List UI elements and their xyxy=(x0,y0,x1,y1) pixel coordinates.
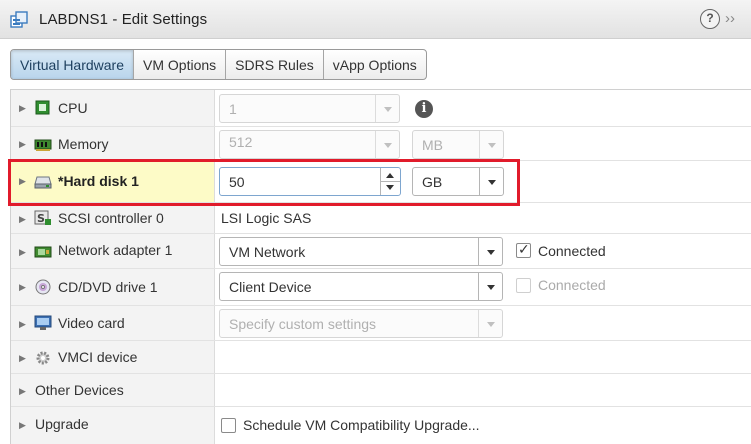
row-label-hard-disk: *Hard disk 1 xyxy=(58,173,139,189)
row-hard-disk: ▶ *Hard disk 1 50 GB xyxy=(11,161,751,203)
hard-disk-unit-select[interactable]: GB xyxy=(412,167,504,196)
tab-vapp-options[interactable]: vApp Options xyxy=(324,50,426,79)
row-label-other-devices: Other Devices xyxy=(35,382,124,398)
virtual-hardware-table: ▶ CPU 1 i ▶ Memory 512 MB ▶ *Hard disk 1… xyxy=(10,89,751,444)
hard-disk-icon xyxy=(34,176,52,189)
scsi-controller-icon: S xyxy=(34,210,51,225)
row-label-video-card: Video card xyxy=(58,315,125,331)
cpu-select[interactable]: 1 xyxy=(219,94,400,123)
row-video-card: ▶ Video card Specify custom settings xyxy=(11,306,751,341)
expand-arrow-icon[interactable]: ▶ xyxy=(19,386,26,397)
row-memory: ▶ Memory 512 MB xyxy=(11,127,751,161)
info-icon[interactable]: i xyxy=(415,100,433,118)
expand-arrow-icon[interactable]: ▶ xyxy=(19,353,26,364)
chevron-down-icon[interactable] xyxy=(375,95,399,122)
tab-bar: Virtual Hardware VM Options SDRS Rules v… xyxy=(10,49,427,80)
tab-sdrs-rules[interactable]: SDRS Rules xyxy=(226,50,324,79)
chevron-down-icon[interactable] xyxy=(375,131,399,158)
memory-input[interactable]: 512 xyxy=(219,130,400,159)
cd-dvd-connected-checkbox[interactable] xyxy=(516,278,531,293)
row-cd-dvd-drive: ▶ CD/DVD drive 1 Client Device Connected xyxy=(11,269,751,306)
hard-disk-size-input[interactable]: 50 xyxy=(219,167,401,196)
expand-arrow-icon[interactable]: ▶ xyxy=(19,176,26,187)
row-scsi-controller: ▶ S SCSI controller 0 LSI Logic SAS xyxy=(11,203,751,234)
help-icon[interactable]: ? xyxy=(700,9,720,29)
row-label-cpu: CPU xyxy=(58,100,88,116)
cd-dvd-icon xyxy=(35,279,51,295)
network-adapter-icon xyxy=(34,246,52,258)
schedule-upgrade-label: Schedule VM Compatibility Upgrade... xyxy=(243,417,480,433)
tab-virtual-hardware[interactable]: Virtual Hardware xyxy=(11,50,135,79)
chevron-down-icon[interactable] xyxy=(478,310,502,337)
expand-arrow-icon[interactable]: ▶ xyxy=(19,319,26,330)
cd-dvd-connected-label: Connected xyxy=(538,277,606,293)
expand-icon[interactable]: ›› xyxy=(725,9,745,29)
row-label-scsi-controller: SCSI controller 0 xyxy=(58,210,164,226)
row-cpu: ▶ CPU 1 i xyxy=(11,90,751,127)
schedule-upgrade-checkbox[interactable] xyxy=(221,418,236,433)
cpu-icon xyxy=(35,100,50,115)
row-label-network-adapter: Network adapter 1 xyxy=(58,242,173,258)
expand-arrow-icon[interactable]: ▶ xyxy=(19,420,26,431)
cd-dvd-select[interactable]: Client Device xyxy=(219,272,503,301)
dialog-title: LABDNS1 - Edit Settings xyxy=(39,11,208,28)
row-other-devices: ▶ Other Devices xyxy=(11,374,751,407)
vm-settings-icon xyxy=(10,11,28,28)
expand-arrow-icon[interactable]: ▶ xyxy=(19,282,26,293)
memory-unit-select[interactable]: MB xyxy=(412,130,504,159)
row-upgrade: ▶ Upgrade Schedule VM Compatibility Upgr… xyxy=(11,407,751,444)
scsi-controller-value: LSI Logic SAS xyxy=(221,210,312,226)
chevron-down-icon[interactable] xyxy=(478,238,502,265)
row-vmci-device: ▶ VMCI device xyxy=(11,341,751,374)
row-label-upgrade: Upgrade xyxy=(35,416,89,432)
video-card-select[interactable]: Specify custom settings xyxy=(219,309,503,338)
expand-arrow-icon[interactable]: ▶ xyxy=(19,139,26,150)
network-select[interactable]: VM Network xyxy=(219,237,503,266)
svg-text:S: S xyxy=(37,212,45,225)
tab-vm-options[interactable]: VM Options xyxy=(134,50,227,79)
expand-arrow-icon[interactable]: ▶ xyxy=(19,214,26,225)
expand-arrow-icon[interactable]: ▶ xyxy=(19,247,26,258)
vmci-device-icon xyxy=(36,351,50,365)
memory-icon xyxy=(34,139,52,151)
row-label-cd-dvd-drive: CD/DVD drive 1 xyxy=(58,279,158,295)
network-connected-checkbox[interactable] xyxy=(516,241,531,258)
row-label-vmci-device: VMCI device xyxy=(58,349,138,365)
row-network-adapter: ▶ Network adapter 1 VM Network Connected xyxy=(11,234,751,269)
network-connected-label: Connected xyxy=(538,243,606,259)
video-card-icon xyxy=(34,315,52,330)
expand-arrow-icon[interactable]: ▶ xyxy=(19,103,26,114)
row-label-memory: Memory xyxy=(58,136,109,152)
chevron-down-icon[interactable] xyxy=(478,273,502,300)
chevron-down-icon[interactable] xyxy=(479,131,503,158)
chevron-down-icon[interactable] xyxy=(479,168,503,195)
dialog-titlebar: LABDNS1 - Edit Settings ? ›› xyxy=(0,0,751,39)
stepper-icon[interactable] xyxy=(380,168,400,195)
